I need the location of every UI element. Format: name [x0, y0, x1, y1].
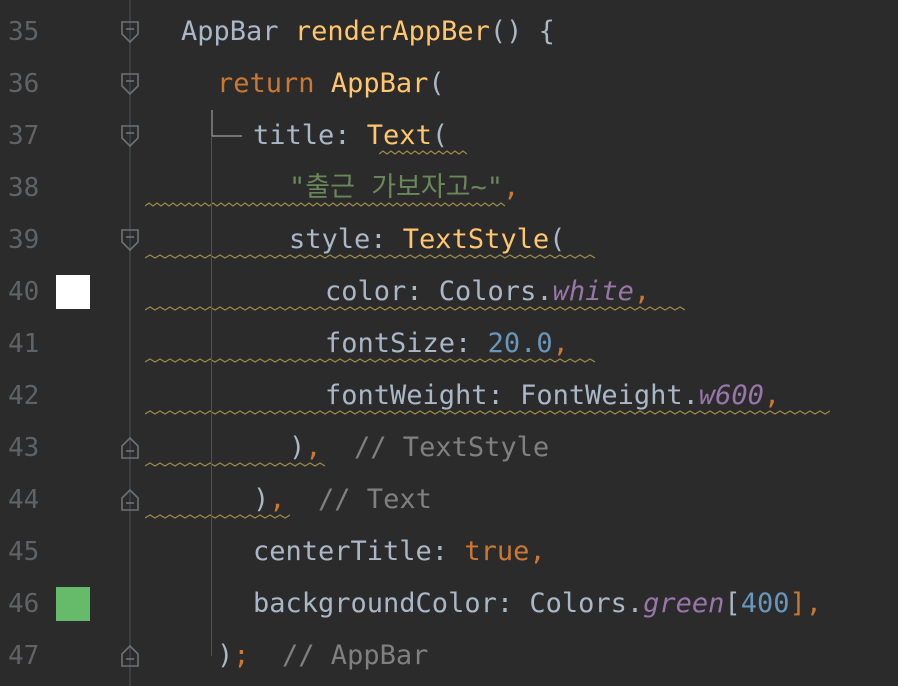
code-line-40[interactable]: 40 color: Colors.white,: [0, 266, 898, 318]
code-text: AppBar renderAppBer() {: [181, 16, 555, 47]
code-line-39[interactable]: 39 style: TextStyle(: [0, 214, 898, 266]
warning-squiggle: [145, 462, 325, 467]
code-text: ); // AppBar: [217, 640, 429, 671]
tree-connector: [211, 110, 242, 137]
warning-squiggle: [145, 514, 290, 519]
line-number: 42: [8, 381, 40, 411]
fold-open-icon[interactable]: [119, 20, 141, 44]
fold-close-icon[interactable]: [119, 488, 141, 512]
code-line-38[interactable]: 38 "출근 가보자고~",: [0, 162, 898, 214]
line-number: 36: [8, 69, 40, 99]
fold-open-icon[interactable]: [119, 124, 141, 148]
code-line-44[interactable]: 44 ), // Text: [0, 474, 898, 526]
code-editor[interactable]: 35 AppBar renderAppBer() { 36 return App…: [0, 0, 898, 686]
warning-squiggle: [145, 202, 505, 207]
code-line-42[interactable]: 42 fontWeight: FontWeight.w600,: [0, 370, 898, 422]
line-number: 39: [8, 225, 40, 255]
code-line-35[interactable]: 35 AppBar renderAppBer() {: [0, 6, 898, 58]
line-number: 46: [8, 589, 40, 619]
line-number: 35: [8, 17, 40, 47]
warning-squiggle: [145, 254, 595, 259]
code-line-46[interactable]: 46 backgroundColor: Colors.green[400],: [0, 578, 898, 630]
warning-squiggle: [145, 358, 595, 363]
code-line-36[interactable]: 36 return AppBar(: [0, 58, 898, 110]
line-number: 44: [8, 485, 40, 515]
color-swatch-white[interactable]: [56, 275, 90, 309]
line-number: 37: [8, 121, 40, 151]
code-line-47[interactable]: 47 ); // AppBar: [0, 630, 898, 682]
fold-close-icon[interactable]: [119, 436, 141, 460]
code-text: centerTitle: true,: [253, 536, 546, 567]
fold-open-icon[interactable]: [119, 72, 141, 96]
code-line-45[interactable]: 45 centerTitle: true,: [0, 526, 898, 578]
warning-squiggle: [145, 306, 685, 311]
line-number: 45: [8, 537, 40, 567]
code-line-41[interactable]: 41 fontSize: 20.0,: [0, 318, 898, 370]
fold-open-icon[interactable]: [119, 228, 141, 252]
line-number: 38: [8, 173, 40, 203]
line-number: 41: [8, 329, 40, 359]
code-text: ), // TextStyle: [289, 432, 550, 463]
warning-squiggle: [379, 150, 467, 155]
fold-close-icon[interactable]: [119, 644, 141, 668]
indent-guide: [211, 136, 212, 656]
line-number: 47: [8, 641, 40, 671]
code-text: return AppBar(: [217, 68, 445, 99]
line-number: 40: [8, 277, 40, 307]
warning-squiggle: [145, 410, 830, 415]
code-line-43[interactable]: 43 ), // TextStyle: [0, 422, 898, 474]
code-text: backgroundColor: Colors.green[400],: [253, 588, 822, 619]
line-number: 43: [8, 433, 40, 463]
color-swatch-green[interactable]: [56, 587, 90, 621]
code-line-37[interactable]: 37 title: Text(: [0, 110, 898, 162]
